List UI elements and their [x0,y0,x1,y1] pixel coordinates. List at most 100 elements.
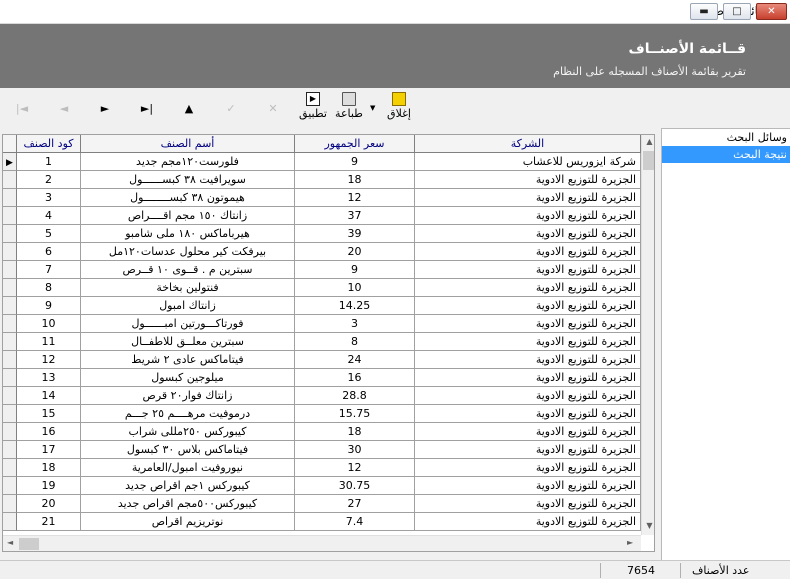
cell-price: 12 [295,459,415,477]
cell-price: 10 [295,279,415,297]
close-button[interactable]: إغلاق [382,92,416,120]
row-indicator[interactable] [3,495,17,513]
previous-record-icon[interactable]: ◄ [55,102,73,115]
table-row[interactable]: 10 فورتاكـــورتين امبــــــول 3 الجزيرة للت… [3,315,643,333]
report-header: قــائمة الأصنــاف تقرير بقائمة الأصناف ا… [0,24,790,88]
side-item-search-tools[interactable]: وسائل البحث [662,129,790,146]
table-row[interactable]: ▶ 1 فلورست١٢٠مجم جديد 9 شركة ايزوريس للاعشاب [3,153,643,171]
row-indicator[interactable] [3,315,17,333]
table-row[interactable]: 11 سبترين معلــق للاطفــال 8 الجزيرة للتوزي… [3,333,643,351]
table-row[interactable]: 6 بيرفكت كير محلول عدسات١٢٠مل 20 الجزيرة لل… [3,243,643,261]
row-indicator[interactable] [3,243,17,261]
status-divider [680,563,681,578]
next-record-icon[interactable]: ► [96,102,114,115]
cell-code: 3 [17,189,81,207]
cell-company: الجزيرة للتوزيع الادوية [415,477,641,495]
cell-code: 14 [17,387,81,405]
row-indicator[interactable]: ▶ [3,153,17,171]
maximize-button[interactable]: □ [723,3,751,20]
cell-price: 9 [295,153,415,171]
column-header-code[interactable]: كود الصنف [17,135,81,153]
row-indicator[interactable] [3,513,17,531]
cell-code: 18 [17,459,81,477]
confirm-icon[interactable]: ✓ [222,102,240,115]
cell-code: 5 [17,225,81,243]
cell-name: ميلوجين كبسول [81,369,295,387]
table-row[interactable]: 18 نيوروفيت امبول/العامرية 12 الجزيرة للتوز… [3,459,643,477]
move-up-icon[interactable]: ▲ [180,102,198,115]
row-indicator[interactable] [3,171,17,189]
table-row[interactable]: 16 كيبوركس ٢٥٠مللى شراب 18 الجزيرة للتوزيع … [3,423,643,441]
row-indicator[interactable] [3,333,17,351]
cell-name: فورتاكـــورتين امبــــــول [81,315,295,333]
side-item-search-results[interactable]: نتيجة البحث [662,146,790,163]
row-indicator[interactable] [3,441,17,459]
horizontal-scroll-thumb[interactable] [19,538,39,550]
column-header-price[interactable]: سعر الجمهور [295,135,415,153]
table-row[interactable]: 5 هيرباماكس ١٨٠ ملى شامبو 39 الجزيرة للتوزي… [3,225,643,243]
print-dropdown-icon[interactable]: ▼ [370,104,375,112]
row-indicator[interactable] [3,225,17,243]
table-row[interactable]: 7 سبترين م . قــوى ١٠ قــرص 9 الجزيرة للتوز… [3,261,643,279]
table-row[interactable]: 20 كيبوركس٥٠٠مجم اقراص جديد 27 الجزيرة للتو… [3,495,643,513]
table-row[interactable]: 19 كيبوركس ١جم اقراص جديد 30.75 الجزيرة للت… [3,477,643,495]
cell-code: 4 [17,207,81,225]
cell-code: 8 [17,279,81,297]
column-header-company[interactable]: الشركة [415,135,641,153]
table-row[interactable]: 9 زانتاك امبول 14.25 الجزيرة للتوزيع الادوي… [3,297,643,315]
scroll-left-icon[interactable]: ◄ [7,538,13,547]
row-indicator[interactable] [3,477,17,495]
row-indicator[interactable] [3,387,17,405]
cell-company: الجزيرة للتوزيع الادوية [415,459,641,477]
cell-name: زانتاك ١٥٠ مجم اقــــراص [81,207,295,225]
table-row[interactable]: 8 فنتولين بخاخة 10 الجزيرة للتوزيع الادوية [3,279,643,297]
row-indicator[interactable] [3,351,17,369]
row-indicator[interactable] [3,189,17,207]
cell-code: 1 [17,153,81,171]
row-indicator[interactable] [3,261,17,279]
cell-price: 12 [295,189,415,207]
row-indicator[interactable] [3,279,17,297]
last-record-icon[interactable]: ►| [138,102,156,115]
close-window-button[interactable]: ✕ [756,3,787,20]
row-indicator[interactable] [3,207,17,225]
table-row[interactable]: 21 نوتريزيم اقراص 7.4 الجزيرة للتوزيع الادو… [3,513,643,531]
cell-price: 9 [295,261,415,279]
vertical-scroll-thumb[interactable] [643,151,654,170]
cancel-icon[interactable]: ✕ [264,102,282,115]
items-grid[interactable]: كود الصنف أسم الصنف سعر الجمهور الشركة ▶… [2,134,655,552]
cell-name: سويرافيت ٣٨ كبســــــول [81,171,295,189]
row-indicator[interactable] [3,297,17,315]
scroll-down-icon[interactable]: ▼ [642,521,654,530]
row-indicator[interactable] [3,369,17,387]
status-divider [600,563,601,578]
table-row[interactable]: 13 ميلوجين كبسول 16 الجزيرة للتوزيع الادوية [3,369,643,387]
cell-name: درموفيت مرهــــم ٢٥ جـــم [81,405,295,423]
table-row[interactable]: 3 هيموتون ٣٨ كبســــــــول 12 الجزيرة للتوز… [3,189,643,207]
scroll-right-icon[interactable]: ► [627,538,633,547]
table-row[interactable]: 17 فيتاماكس بلاس ٣٠ كبسول 30 الجزيرة للتوزي… [3,441,643,459]
table-row[interactable]: 14 زانتاك فوار٢٠ قرص 28.8 الجزيرة للتوزيع ا… [3,387,643,405]
print-button[interactable]: طباعة [332,92,366,120]
minimize-button[interactable]: ▬ [690,3,718,20]
status-bar: 7654 عدد الأصناف [0,560,790,579]
apply-icon: ▶ [306,92,320,106]
cell-code: 13 [17,369,81,387]
row-indicator[interactable] [3,405,17,423]
vertical-scrollbar[interactable]: ▲ ▼ [641,135,654,535]
table-row[interactable]: 12 فيتاماكس عادى ٢ شريط 24 الجزيرة للتوزيع … [3,351,643,369]
table-row[interactable]: 15 درموفيت مرهــــم ٢٥ جـــم 15.75 الجزيرة … [3,405,643,423]
row-selector-header [3,135,17,153]
row-indicator[interactable] [3,423,17,441]
horizontal-scrollbar[interactable]: ◄ ► [3,535,641,551]
first-record-icon[interactable]: |◄ [13,102,31,115]
cell-price: 39 [295,225,415,243]
cell-company: الجزيرة للتوزيع الادوية [415,495,641,513]
row-indicator[interactable] [3,459,17,477]
column-header-name[interactable]: أسم الصنف [81,135,295,153]
table-row[interactable]: 4 زانتاك ١٥٠ مجم اقــــراص 37 الجزيرة للتوز… [3,207,643,225]
table-row[interactable]: 2 سويرافيت ٣٨ كبســــــول 18 الجزيرة للتوزي… [3,171,643,189]
scroll-up-icon[interactable]: ▲ [642,137,654,146]
apply-button[interactable]: ▶ تطبيق [296,92,330,120]
cell-company: الجزيرة للتوزيع الادوية [415,333,641,351]
